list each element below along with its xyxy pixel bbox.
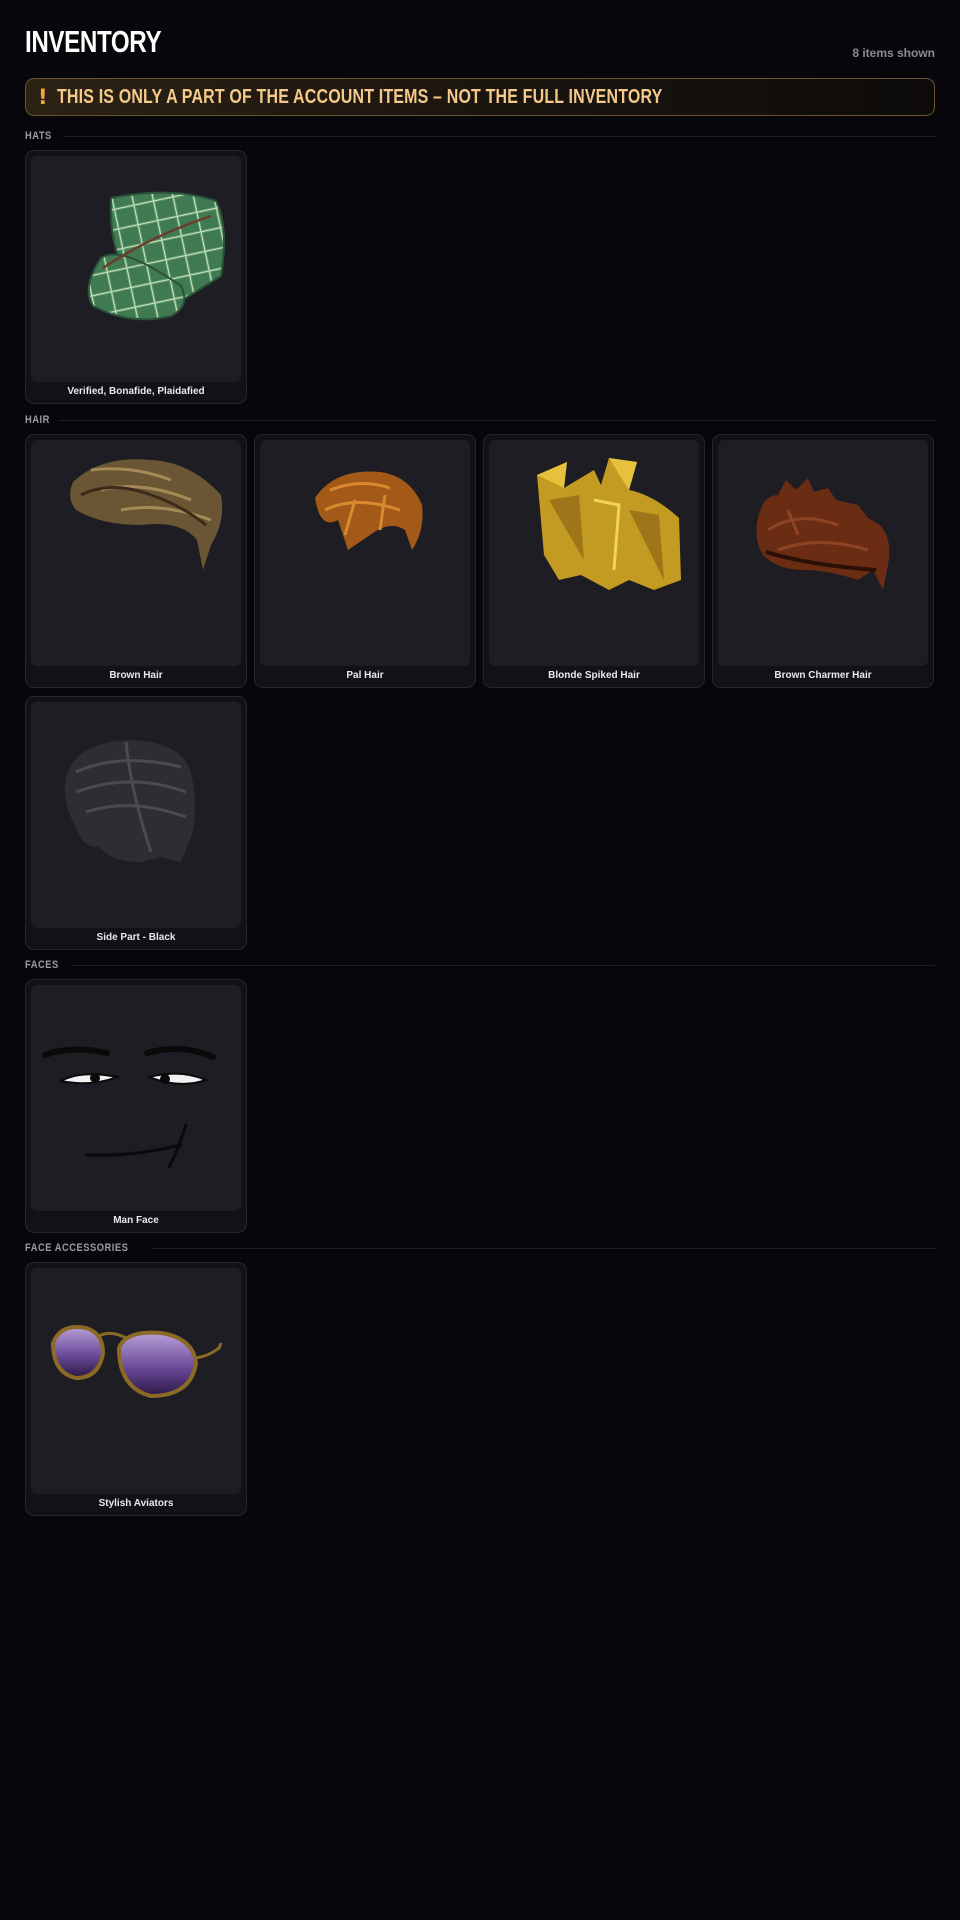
section-label: FACE ACCESSORIES [25,1242,129,1254]
section-label: HATS [25,130,52,142]
item-name: Side Part - Black [96,932,176,943]
item-card[interactable]: Brown Charmer Hair [712,434,934,688]
item-name: Stylish Aviators [98,1498,174,1509]
exclamation-icon: ! [38,85,48,109]
item-name: Brown Charmer Hair [774,670,872,681]
item-thumbnail [489,440,699,666]
warning-banner: ! THIS IS ONLY A PART OF THE ACCOUNT ITE… [25,78,935,116]
item-thumbnail [31,440,241,666]
item-name: Verified, Bonafide, Plaidafied [67,386,205,397]
item-name: Brown Hair [109,670,163,681]
man-face-icon [42,1045,216,1169]
item-card[interactable]: Stylish Aviators [25,1262,247,1516]
plaid-cap-icon [87,191,225,321]
section-header-face-accessories: FACE ACCESSORIES [25,1241,935,1255]
item-thumbnail [31,985,241,1211]
side-part-black-hair-icon [64,740,195,862]
page-header: INVENTORY 8 items shown [25,24,935,64]
item-name: Pal Hair [346,670,384,681]
section-label: FACES [25,959,59,971]
item-card[interactable]: Side Part - Black [25,696,247,950]
item-thumbnail [31,702,241,928]
blonde-spiked-hair-icon [537,458,681,590]
item-name: Blonde Spiked Hair [548,670,640,681]
warning-text: THIS IS ONLY A PART OF THE ACCOUNT ITEMS… [56,85,662,108]
section-divider [70,964,935,966]
section-divider [60,419,935,421]
page-title: INVENTORY [25,24,162,59]
section-header-hair: HAIR [25,413,935,427]
item-thumbnail [718,440,928,666]
section-header-faces: FACES [25,958,935,972]
pal-hair-icon [315,471,423,550]
brown-hair-icon [70,459,223,570]
item-card[interactable]: Pal Hair [254,434,476,688]
aviator-sunglasses-icon [50,1325,223,1399]
section-header-hats: HATS [25,129,935,143]
item-thumbnail [31,1268,241,1494]
item-card[interactable]: Brown Hair [25,434,247,688]
items-count: 8 items shown [852,46,935,60]
item-thumbnail [260,440,470,666]
item-card[interactable]: Verified, Bonafide, Plaidafied [25,150,247,404]
item-thumbnail [31,156,241,382]
section-divider [62,135,935,137]
brown-charmer-hair-icon [756,478,890,590]
item-card[interactable]: Blonde Spiked Hair [483,434,705,688]
item-name: Man Face [113,1215,159,1226]
section-divider [152,1247,935,1249]
section-label: HAIR [25,414,50,426]
item-card[interactable]: Man Face [25,979,247,1233]
